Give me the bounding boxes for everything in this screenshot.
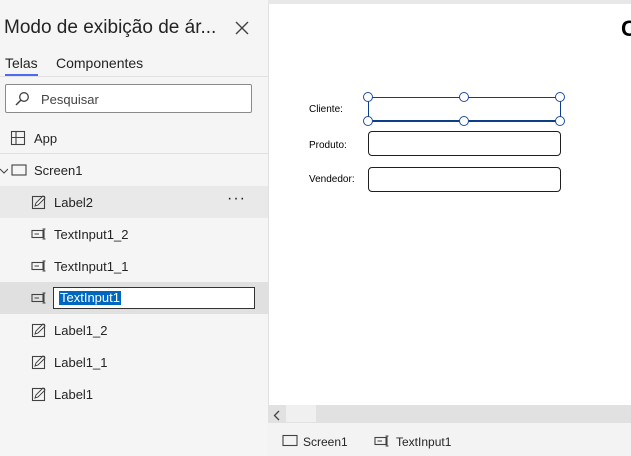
app-icon — [10, 130, 26, 146]
tree-item-label: Label1_2 — [54, 323, 108, 338]
resize-handle[interactable] — [555, 116, 565, 126]
vendedor-label[interactable]: Vendedor: — [309, 174, 355, 185]
produto-label[interactable]: Produto: — [309, 140, 347, 151]
divider — [0, 76, 268, 77]
label-edit-icon — [31, 354, 47, 370]
panel-title: Modo de exibição de ár... — [4, 17, 217, 38]
tree-item-label: TextInput1_1 — [54, 259, 129, 274]
tab-telas[interactable]: Telas — [5, 55, 38, 76]
tree-view-panel: Modo de exibição de ár... Telas Componen… — [0, 0, 268, 456]
produto-input[interactable] — [368, 131, 561, 156]
screen-icon — [11, 162, 27, 178]
tree-item-label: Label2 — [54, 195, 94, 210]
text-input-icon — [31, 258, 47, 274]
breadcrumb-textinput1[interactable]: TextInput1 — [396, 435, 451, 449]
design-canvas[interactable] — [268, 0, 631, 405]
chevron-down-icon[interactable] — [0, 164, 9, 174]
tree-item-label1[interactable]: Label1 — [0, 378, 268, 410]
label-edit-icon — [31, 194, 47, 210]
text-input-icon — [31, 290, 47, 306]
chevron-left-icon[interactable] — [272, 408, 282, 421]
tree-item-screen1[interactable]: Screen1 — [0, 154, 268, 186]
tree-item-textinput1-2[interactable]: TextInput1_2 — [0, 218, 268, 250]
label-edit-icon — [31, 322, 47, 338]
search-icon — [14, 91, 30, 107]
resize-handle[interactable] — [555, 92, 565, 102]
vendedor-input[interactable] — [368, 167, 561, 192]
tree-item-label: Label1 — [54, 387, 94, 402]
close-icon[interactable] — [232, 18, 252, 38]
canvas-top-edge — [268, 0, 631, 4]
tree-item-label: Label1_1 — [54, 355, 108, 370]
cliente-label[interactable]: Cliente: — [309, 104, 343, 115]
tab-componentes[interactable]: Componentes — [56, 55, 143, 71]
tree-item-label2[interactable]: Label2 ··· — [0, 186, 268, 218]
tree-item-textinput1[interactable]: TextInput1 — [0, 282, 268, 314]
resize-handle[interactable] — [363, 116, 373, 126]
label-edit-icon — [31, 386, 47, 402]
tree-item-label: App — [34, 131, 58, 146]
more-options-icon[interactable]: ··· — [227, 190, 246, 208]
search-input[interactable] — [41, 90, 246, 108]
tree-item-label: TextInput1_2 — [54, 227, 129, 242]
search-box[interactable] — [5, 84, 252, 113]
tree-item-label1-1[interactable]: Label1_1 — [0, 346, 268, 378]
horizontal-scrollbar[interactable] — [268, 405, 631, 422]
tab-bar: Telas Componentes — [0, 54, 268, 76]
breadcrumb: Screen1 TextInput1 — [268, 422, 631, 456]
rename-selected-text[interactable]: TextInput1 — [59, 291, 121, 305]
text-input-icon — [374, 434, 391, 448]
rename-field[interactable]: TextInput1 — [53, 287, 255, 309]
screen-icon — [282, 434, 299, 448]
resize-handle[interactable] — [459, 116, 469, 126]
tree-item-label1-2[interactable]: Label1_2 — [0, 314, 268, 346]
breadcrumb-screen1[interactable]: Screen1 — [303, 435, 348, 449]
scrollbar-track[interactable] — [286, 405, 316, 422]
tree-item-label: Screen1 — [34, 163, 83, 178]
text-input-icon — [31, 226, 47, 242]
resize-handle[interactable] — [363, 92, 373, 102]
resize-handle[interactable] — [459, 92, 469, 102]
tree-item-textinput1-1[interactable]: TextInput1_1 — [0, 250, 268, 282]
tree-item-app[interactable]: App — [0, 122, 268, 154]
canvas-heading[interactable]: C — [621, 16, 631, 42]
